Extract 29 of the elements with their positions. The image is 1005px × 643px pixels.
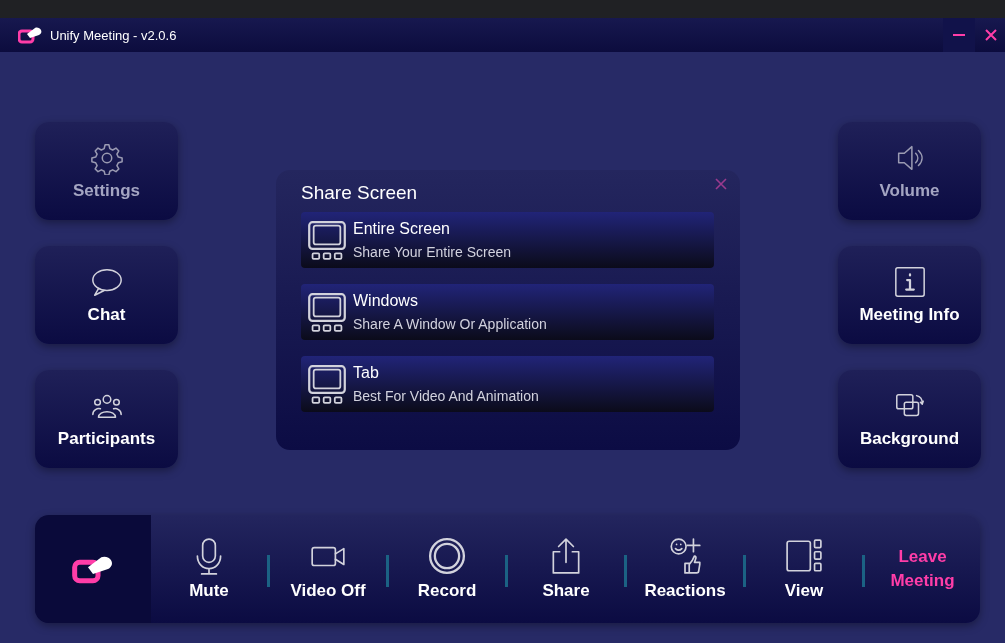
toolbar-button[interactable]: Record — [389, 519, 505, 619]
info-icon — [892, 265, 927, 299]
record-icon — [428, 537, 466, 575]
toolbar-button[interactable]: Share — [508, 519, 624, 619]
share-option[interactable]: Tab Best For Video And Animation — [301, 356, 714, 412]
share-option[interactable]: Entire Screen Share Your Entire Screen — [301, 212, 714, 268]
leave-meeting-button[interactable]: Leave Meeting — [865, 519, 980, 619]
share-option[interactable]: Windows Share A Window Or Application — [301, 284, 714, 340]
toolbar-button[interactable]: View — [746, 519, 862, 619]
monitor-icon — [307, 364, 347, 404]
close-icon — [714, 177, 728, 191]
close-icon — [985, 29, 997, 41]
monitor-icon — [307, 292, 347, 332]
participants-button[interactable]: Participants — [35, 370, 178, 468]
logo-icon — [72, 554, 114, 584]
meeting-info-button[interactable]: Meeting Info — [838, 246, 981, 344]
toolbar-button[interactable]: Reactions — [627, 519, 743, 619]
window-title: Unify Meeting - v2.0.6 — [50, 27, 178, 43]
logo-icon — [18, 26, 42, 44]
chat-button[interactable]: Chat — [35, 246, 178, 344]
gear-icon — [89, 141, 124, 175]
minimize-button[interactable] — [943, 18, 975, 52]
toolbar-button[interactable]: Video Off — [270, 519, 386, 619]
dialog-title: Share Screen — [301, 182, 419, 204]
minimize-icon — [953, 33, 965, 37]
background-button[interactable]: Background — [838, 370, 981, 468]
monitor-icon — [307, 220, 347, 260]
toolbar-button[interactable]: Mute — [151, 519, 267, 619]
layout-icon — [785, 537, 823, 575]
